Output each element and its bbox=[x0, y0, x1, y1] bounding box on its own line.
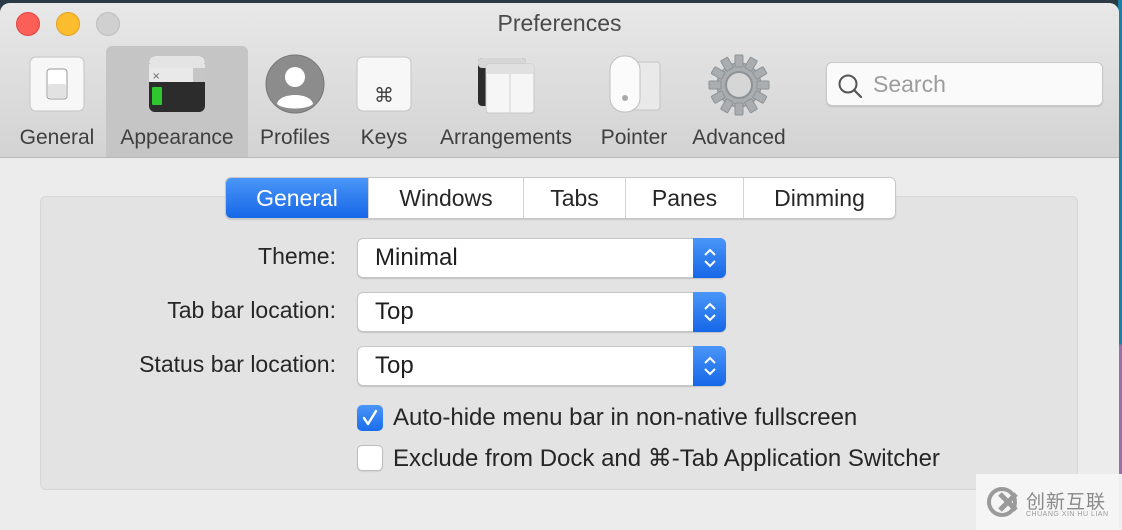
toolbar-item-keys[interactable]: ⌘ Keys bbox=[346, 46, 422, 157]
svg-text:×: × bbox=[152, 71, 160, 82]
preferences-window: Preferences General × Appearance Profile… bbox=[0, 3, 1119, 530]
mouse-trackpad-icon bbox=[609, 55, 661, 113]
status-bar-location-label: Status bar location: bbox=[139, 351, 336, 377]
chevron-up-down-icon bbox=[703, 356, 716, 376]
watermark-subtext: CHUANG XIN HU LIAN bbox=[1026, 511, 1109, 518]
command-key-icon: ⌘ bbox=[356, 56, 412, 112]
tab-bar-location-label: Tab bar location: bbox=[167, 297, 336, 323]
toolbar-item-profiles[interactable]: Profiles bbox=[250, 46, 340, 157]
checkmark-icon bbox=[362, 409, 378, 426]
watermark: 创新互联 CHUANG XIN HU LIAN bbox=[976, 474, 1122, 530]
arrangements-windows-icon bbox=[478, 58, 535, 114]
exclude-from-dock-label[interactable]: Exclude from Dock and ⌘-Tab Application … bbox=[393, 444, 940, 473]
theme-label: Theme: bbox=[258, 243, 336, 269]
toolbar-item-general[interactable]: General bbox=[10, 46, 104, 157]
general-switch-icon bbox=[29, 56, 85, 112]
toolbar-item-advanced[interactable]: Advanced bbox=[684, 46, 794, 157]
window-title: Preferences bbox=[497, 10, 622, 36]
search-icon bbox=[838, 74, 863, 99]
auto-hide-menu-bar-checkbox[interactable] bbox=[357, 405, 383, 431]
tab-panes[interactable]: Panes bbox=[625, 178, 743, 218]
popup-stepper bbox=[693, 238, 726, 278]
search-field[interactable]: Search bbox=[826, 62, 1103, 106]
toolbar-label: Profiles bbox=[259, 126, 331, 149]
search-placeholder: Search bbox=[873, 71, 946, 97]
toolbar-item-appearance[interactable]: × Appearance bbox=[106, 46, 248, 157]
toolbar-label: Advanced bbox=[692, 126, 786, 149]
titlebar-toolbar: Preferences General × Appearance Profile… bbox=[0, 3, 1119, 158]
tab-bar-location-popup[interactable]: Top bbox=[357, 292, 726, 332]
toolbar-label: Arrangements bbox=[440, 126, 572, 149]
popup-stepper bbox=[693, 346, 726, 386]
toolbar-item-arrangements[interactable]: Arrangements bbox=[428, 46, 584, 157]
theme-value: Minimal bbox=[375, 244, 458, 271]
tab-general[interactable]: General bbox=[226, 178, 368, 218]
auto-hide-menu-bar-label[interactable]: Auto-hide menu bar in non-native fullscr… bbox=[393, 404, 857, 432]
toolbar-label: Keys bbox=[360, 126, 408, 149]
toolbar-label: Pointer bbox=[600, 126, 668, 149]
status-bar-location-popup[interactable]: Top bbox=[357, 346, 726, 386]
toolbar-label: General bbox=[19, 126, 95, 149]
watermark-text: 创新互联 bbox=[1026, 492, 1107, 513]
chevron-up-down-icon bbox=[703, 302, 716, 322]
profile-person-icon bbox=[265, 54, 325, 114]
svg-text:⌘: ⌘ bbox=[374, 83, 394, 107]
appearance-tabs: General Windows Tabs Panes Dimming bbox=[225, 177, 896, 219]
appearance-terminal-icon: × bbox=[149, 56, 205, 112]
tab-windows[interactable]: Windows bbox=[368, 178, 523, 218]
toolbar-label: Appearance bbox=[120, 126, 234, 149]
popup-stepper bbox=[693, 292, 726, 332]
tab-dimming[interactable]: Dimming bbox=[743, 178, 895, 218]
toolbar-item-pointer[interactable]: Pointer bbox=[592, 46, 676, 157]
chevron-up-down-icon bbox=[703, 248, 716, 268]
watermark-logo-icon bbox=[987, 487, 1018, 517]
exclude-from-dock-checkbox[interactable] bbox=[357, 445, 383, 471]
tab-tabs[interactable]: Tabs bbox=[523, 178, 625, 218]
gear-icon bbox=[708, 54, 770, 116]
status-bar-location-value: Top bbox=[375, 352, 414, 379]
theme-popup[interactable]: Minimal bbox=[357, 238, 726, 278]
tab-bar-location-value: Top bbox=[375, 298, 414, 325]
